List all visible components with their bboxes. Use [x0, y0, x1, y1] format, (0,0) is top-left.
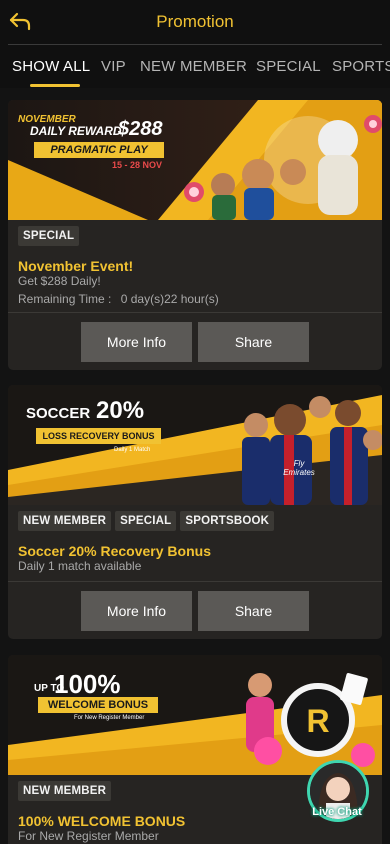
active-tab-indicator — [30, 84, 80, 87]
banner-percent: 100% — [54, 669, 121, 699]
remaining-time: Remaining Time : 0 day(s)22 hour(s) — [18, 292, 219, 306]
tab-vip[interactable]: VIP — [101, 58, 126, 75]
share-button[interactable]: Share — [198, 591, 309, 631]
promotion-card: NOVEMBER DAILY REWARD $288 PRAGMATIC PLA… — [8, 100, 382, 370]
promotion-title: Soccer 20% Recovery Bonus — [18, 543, 211, 559]
promotion-subtitle: Daily 1 match available — [18, 559, 142, 573]
card-divider — [8, 312, 382, 313]
tab-show-all[interactable]: SHOW ALL — [12, 58, 90, 75]
banner-badge: WELCOME BONUS — [38, 697, 158, 713]
banner-percent: 20% — [96, 397, 145, 424]
banner-art — [8, 385, 382, 505]
more-info-button[interactable]: More Info — [81, 322, 192, 362]
promotion-title: 100% WELCOME BONUS — [18, 813, 186, 829]
banner-badge: LOSS RECOVERY BONUS — [36, 428, 161, 444]
jersey-sponsor: Fly Emirates — [283, 459, 315, 477]
promotion-banner[interactable]: R UP TO 100% WELCOME BONUS For New Regis… — [8, 655, 382, 775]
promotion-subtitle: Get $288 Daily! — [18, 274, 101, 288]
banner-badge: PRAGMATIC PLAY — [34, 142, 164, 158]
banner-note: For New Register Member — [74, 715, 145, 721]
live-chat-label[interactable]: Live Chat — [300, 806, 374, 818]
more-info-button[interactable]: More Info — [81, 591, 192, 631]
banner-amount: $288 — [118, 118, 163, 140]
remaining-time-label: Remaining Time : — [18, 292, 112, 306]
tag: SPECIAL — [18, 226, 80, 246]
banner-line1: DAILY REWARD — [30, 124, 122, 138]
banner-word: SOCCER — [26, 405, 91, 422]
promotion-subtitle: For New Register Member — [18, 829, 159, 843]
tab-sports[interactable]: SPORTS — [332, 58, 390, 75]
promotion-title: November Event! — [18, 258, 134, 274]
page-title: Promotion — [156, 12, 234, 31]
banner-dates: 15 - 28 NOV — [112, 160, 163, 170]
tag: NEW MEMBER — [18, 781, 112, 801]
tag-list: SPECIAL — [18, 226, 80, 246]
tab-new-member[interactable]: NEW MEMBER — [140, 58, 247, 75]
tab-special[interactable]: SPECIAL — [256, 58, 321, 75]
app-header: Promotion — [0, 0, 390, 45]
promotion-card: SOCCER 20% LOSS RECOVERY BONUS Daily 1 M… — [8, 385, 382, 639]
tag: SPECIAL — [115, 511, 177, 531]
promotion-banner[interactable]: NOVEMBER DAILY REWARD $288 PRAGMATIC PLA… — [8, 100, 382, 220]
card-divider — [8, 581, 382, 582]
svg-text:R: R — [306, 703, 329, 739]
banner-note: Daily 1 Match — [114, 447, 151, 453]
category-tabs: SHOW ALL VIP NEW MEMBER SPECIAL SPORTS — [0, 45, 390, 88]
tag: NEW MEMBER — [18, 511, 112, 531]
tag: SPORTSBOOK — [180, 511, 275, 531]
promotion-banner[interactable]: SOCCER 20% LOSS RECOVERY BONUS Daily 1 M… — [8, 385, 382, 505]
tag-list: NEW MEMBER SPECIAL SPORTSBOOK — [18, 511, 275, 531]
tag-list: NEW MEMBER — [18, 781, 112, 801]
share-button[interactable]: Share — [198, 322, 309, 362]
remaining-time-value: 0 day(s)22 hour(s) — [120, 292, 219, 306]
